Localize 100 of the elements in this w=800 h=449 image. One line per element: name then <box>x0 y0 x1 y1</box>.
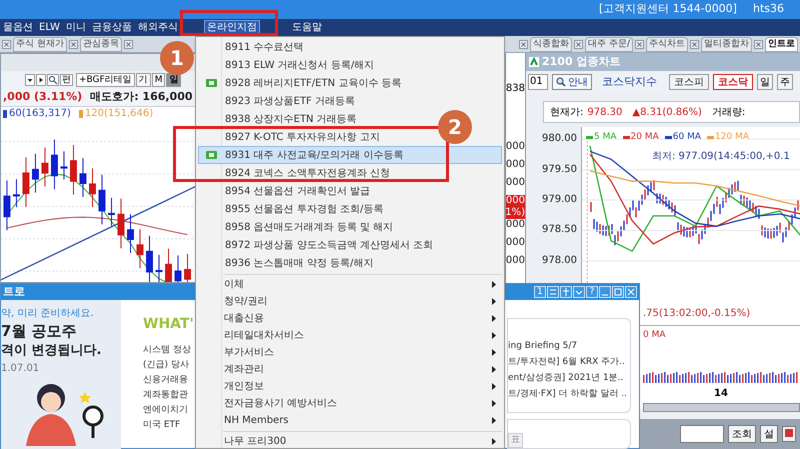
news-link[interactable]: ent/삼성증권] 2021년 1분.. <box>508 372 630 384</box>
banner-heading: 7월 공모주 <box>1 321 78 341</box>
stock-name-field[interactable]: +BGF리테일 <box>76 73 135 87</box>
price-cell-text: 000 <box>506 237 525 250</box>
legend-label: 120(151,646) <box>84 107 154 121</box>
submenu-item[interactable]: 이체 <box>198 276 502 293</box>
tab[interactable]: 대주 주문/ <box>585 37 633 52</box>
window-title: 트로 <box>3 284 25 300</box>
maximize-icon[interactable] <box>612 286 624 298</box>
tab[interactable]: 주식 현재가 <box>13 37 67 52</box>
news-link[interactable]: 트/투자전략] 6월 KRX 주가.. <box>508 356 630 368</box>
chart-period-button[interactable]: 일 <box>166 73 182 87</box>
edit-button[interactable]: 편 <box>60 74 73 86</box>
menu-bar-item[interactable]: 미니 <box>64 20 88 35</box>
tab-close-icon[interactable] <box>754 40 763 49</box>
market-button[interactable]: 코스피 <box>669 74 709 90</box>
price-change-value: ▲8.31(0.86%) <box>632 106 702 120</box>
tab-close-icon[interactable] <box>68 40 78 49</box>
news-link[interactable]: ing Briefing 5/7 <box>508 340 630 352</box>
menu-item[interactable]: 8958 옵션매도거래계좌 등록 및 해지 <box>198 218 396 236</box>
price-cell-text: 000 <box>506 141 525 154</box>
submenu-arrow-icon <box>492 315 496 322</box>
notice-link[interactable]: 미국 ETF <box>143 419 196 431</box>
guide-button[interactable]: 안내 <box>552 74 592 90</box>
submenu-arrow-icon <box>492 281 496 288</box>
menu-item[interactable]: 8938 상장지수ETN 거래등록 <box>198 110 360 128</box>
minimize-icon[interactable] <box>599 286 611 298</box>
tab[interactable]: 인트로 <box>765 37 798 52</box>
submenu-item[interactable]: 리테일대차서비스 <box>198 327 502 344</box>
tab[interactable]: 주식차트 <box>646 37 688 52</box>
menu-item[interactable]: 8955 선물옵션 투자경험 조회/등록 <box>198 200 386 218</box>
menu-item[interactable]: 8924 코넥스 소액투자전용계좌 신청 <box>198 164 393 182</box>
tab-close-icon[interactable] <box>519 40 528 49</box>
price-change-text: ,000 (3.11%) <box>3 89 82 106</box>
high-price-note: .75(13:02:00,-0.15%) <box>643 307 750 321</box>
menu-bar-item[interactable]: 물옵션 <box>1 20 35 35</box>
tab-close-icon[interactable] <box>690 40 699 49</box>
menu-item[interactable]: 8936 논스톱매매 약정 등록/해지 <box>198 254 376 272</box>
tab-close-icon[interactable] <box>635 40 644 49</box>
chart-period-button[interactable]: 기 <box>136 73 151 87</box>
news-link[interactable]: 트/경제·FX] 더 하락할 달러 .. <box>508 388 630 400</box>
code-field[interactable]: 01 <box>528 74 548 90</box>
submenu-item[interactable]: 대출신용 <box>198 310 502 327</box>
period-button[interactable]: 주 <box>777 74 793 90</box>
menu-item[interactable]: 8927 K-OTC 투자자유의사항 고지 <box>198 128 383 146</box>
swap-icon[interactable] <box>547 286 559 298</box>
x-axis-label: 14 <box>714 387 728 401</box>
y-axis-label: 979.50 <box>542 162 577 177</box>
menu-item-icon <box>206 151 216 159</box>
menu-bar-item[interactable]: 금융상품 <box>90 20 134 35</box>
price-cell-text: 000 <box>506 177 525 190</box>
submenu-item[interactable]: NH Members <box>198 412 502 429</box>
submenu-arrow-icon <box>492 400 496 407</box>
scrollbar[interactable] <box>643 403 800 412</box>
pin-icon[interactable] <box>560 286 572 298</box>
tab[interactable]: 식종합화 <box>530 37 572 52</box>
y-axis-label: 978.50 <box>542 223 577 238</box>
banner-heading: 격이 변경됩니다. <box>1 342 102 360</box>
chart-period-button[interactable]: M <box>152 73 166 87</box>
y-axis-label: 979.00 <box>542 193 577 208</box>
market-button[interactable]: 코스닥 <box>713 74 753 90</box>
submenu-item[interactable]: 계좌관리 <box>198 361 502 378</box>
menu-bar-item[interactable]: 해외주식 <box>136 20 180 35</box>
user-id-text: hts36 <box>752 1 784 18</box>
menu-item[interactable]: 8954 선물옵션 거래확인서 발급 <box>198 182 373 200</box>
window-icon[interactable] <box>782 426 796 442</box>
tab-close-icon[interactable] <box>2 40 11 49</box>
search-icon[interactable] <box>47 74 59 86</box>
tab[interactable]: 멀티종합차 <box>701 37 752 52</box>
query-button[interactable]: 조회 <box>728 425 756 443</box>
notice-link[interactable]: 시스템 정상 <box>143 344 196 356</box>
menu-item[interactable]: 8911 수수료선택 <box>198 38 307 56</box>
submenu-item[interactable]: 부가서비스 <box>198 344 502 361</box>
menu-item[interactable]: 8931 대주 사전교육/모의거래 이수등록 <box>198 146 502 164</box>
period-button[interactable]: 일 <box>757 74 773 90</box>
volume-legend: 0 MA <box>643 329 666 342</box>
menu-item[interactable]: 8923 파생상품ETF 거래등록 <box>198 92 358 110</box>
notice-link[interactable]: (긴급) 당사 <box>143 359 196 371</box>
notice-link[interactable]: 계좌통합관 <box>143 389 196 401</box>
submenu-item[interactable]: 청약/권리 <box>198 293 502 310</box>
submenu-item[interactable]: 나무 프리300 <box>198 433 502 448</box>
submenu-item[interactable]: 개인정보 <box>198 378 502 395</box>
menu-bar-item[interactable]: 도움말 <box>290 20 324 35</box>
menu-item[interactable]: 8972 파생상품 양도소득금액 계산명세서 조회 <box>198 236 436 254</box>
menu-item[interactable]: 8913 ELW 거래신청서 등록/해지 <box>198 56 378 74</box>
window-title: 2100 업종차트 <box>542 54 620 70</box>
settings-button[interactable]: 설 <box>760 425 778 443</box>
notice-link[interactable]: 엔에이치기 <box>143 404 196 416</box>
submenu-item[interactable]: 전자금융사기 예방서비스 <box>198 395 502 412</box>
notice-link[interactable]: 신용거래융 <box>143 374 196 386</box>
tab[interactable]: 관심종목 <box>80 37 122 52</box>
tab-close-icon[interactable] <box>574 40 584 49</box>
menu-item[interactable]: 8928 레버리지ETF/ETN 교육이수 등록 <box>198 74 404 92</box>
input-field[interactable] <box>680 425 724 443</box>
close-icon[interactable] <box>625 286 637 298</box>
dropdown-icon[interactable] <box>573 286 585 298</box>
tab-close-icon[interactable] <box>124 40 133 49</box>
menu-bar-item[interactable]: ELW <box>37 20 62 35</box>
search-icon <box>556 77 566 87</box>
code-text: 838 <box>506 82 525 96</box>
